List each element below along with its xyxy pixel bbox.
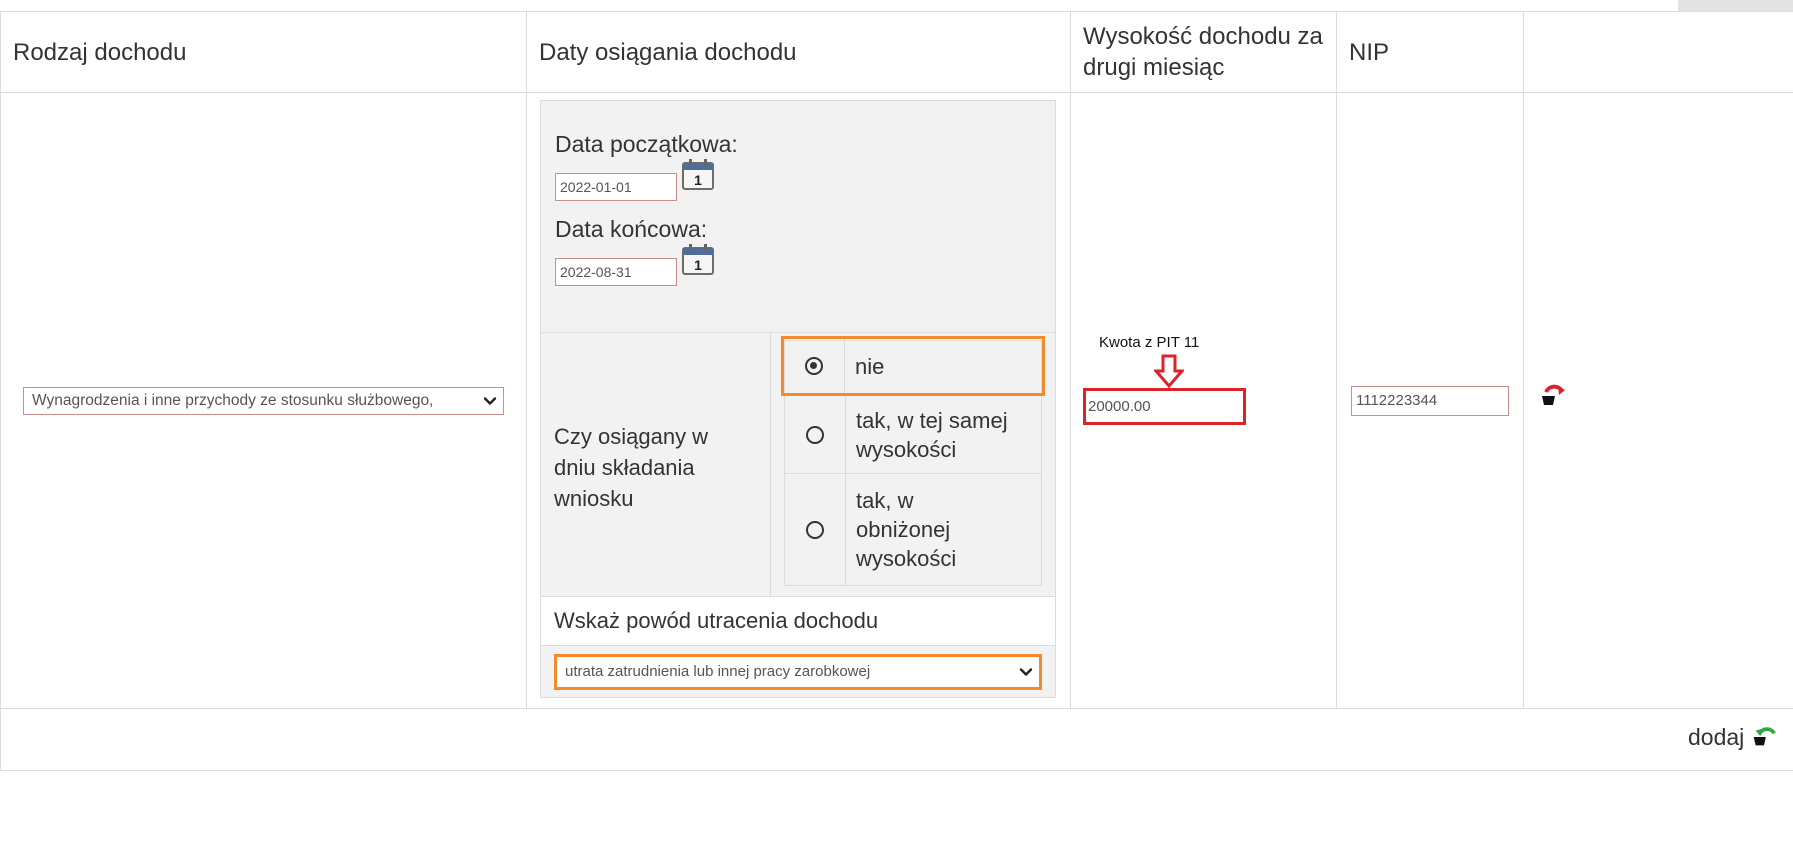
end-date-row: 2022-08-31 1 xyxy=(555,244,1055,289)
income-type-select[interactable]: Wynagrodzenia i inne przychody ze stosun… xyxy=(23,386,504,415)
status-option-label: tak, w xyxy=(856,488,914,513)
header-dates: Daty osiągania dochodu xyxy=(526,11,1071,93)
header-amount-line1: Wysokość dochodu za xyxy=(1083,23,1323,50)
cell-nip: 1112223344 xyxy=(1336,92,1524,709)
status-block: Czy osiągany w dniu składania wniosku ni… xyxy=(541,333,1055,597)
cell-amount: Kwota z PIT 11 20000.00 xyxy=(1070,92,1337,709)
cell-add: dodaj xyxy=(0,708,1793,771)
calendar-icon[interactable]: 1 xyxy=(680,241,716,277)
status-option-label: wysokości xyxy=(856,436,957,462)
start-date-row: 2022-01-01 1 xyxy=(555,159,1055,204)
chevron-down-icon xyxy=(483,396,497,405)
status-option-same[interactable]: tak, w tej samej wysokości xyxy=(785,396,1041,474)
calendar-icon[interactable]: 1 xyxy=(680,156,716,192)
arrow-down-icon xyxy=(1154,354,1184,388)
start-date-input[interactable]: 2022-01-01 xyxy=(555,173,677,201)
status-option-reduced[interactable]: tak, w obniżonej wysokości xyxy=(785,474,1041,585)
chevron-down-icon xyxy=(1019,667,1033,676)
add-row-icon xyxy=(1754,727,1777,746)
amount-input[interactable]: 20000.00 xyxy=(1083,388,1246,425)
header-actions xyxy=(1523,11,1793,93)
amount-annotation-block: Kwota z PIT 11 20000.00 xyxy=(1083,334,1324,425)
status-question-line3: wniosku xyxy=(554,485,634,511)
status-option-label: obniżonej xyxy=(856,517,951,542)
reason-label-row: Wskaż powód utracenia dochodu xyxy=(541,597,1055,646)
header-row: Rodzaj dochodu Daty osiągania dochodu Wy… xyxy=(0,11,1793,93)
add-row: dodaj xyxy=(0,708,1793,771)
cell-income-type: Wynagrodzenia i inne przychody ze stosun… xyxy=(0,92,527,709)
radio-unselected-icon[interactable] xyxy=(806,520,824,539)
status-question-line2: dniu składania xyxy=(554,454,695,480)
status-option-label: nie xyxy=(855,353,885,379)
end-date-label: Data końcowa: xyxy=(555,216,708,242)
start-date-label: Data początkowa: xyxy=(555,131,738,157)
income-row: Wynagrodzenia i inne przychody ze stosun… xyxy=(0,92,1793,709)
add-button[interactable]: dodaj xyxy=(1688,723,1778,751)
calendar-day: 1 xyxy=(694,257,702,273)
status-options: nie tak, w tej samej wysokości tak, w ob… xyxy=(771,333,1055,596)
radio-unselected-icon[interactable] xyxy=(806,425,824,444)
cell-dates: Data początkowa: 2022-01-01 1 Data końco… xyxy=(526,92,1071,709)
income-table: Rodzaj dochodu Daty osiągania dochodu Wy… xyxy=(0,11,1793,771)
header-nip: NIP xyxy=(1336,11,1524,93)
status-option-nie[interactable]: nie xyxy=(781,336,1045,396)
status-question-line1: Czy osiągany w xyxy=(554,423,709,449)
add-label: dodaj xyxy=(1688,723,1745,750)
status-option-label: wysokości xyxy=(856,546,957,571)
date-range-block: Data początkowa: 2022-01-01 1 Data końco… xyxy=(541,101,1055,333)
header-income-type: Rodzaj dochodu xyxy=(0,11,527,93)
status-options-grid: nie tak, w tej samej wysokości tak, w ob… xyxy=(781,336,1045,586)
income-type-select-value: Wynagrodzenia i inne przychody ze stosun… xyxy=(32,391,434,409)
header-amount-line2: drugi miesiąc xyxy=(1083,54,1225,81)
status-question: Czy osiągany w dniu składania wniosku xyxy=(541,333,771,596)
pit-annotation: Kwota z PIT 11 xyxy=(1099,334,1200,351)
end-date-input[interactable]: 2022-08-31 xyxy=(555,258,677,286)
nip-input[interactable]: 1112223344 xyxy=(1351,385,1509,416)
dates-panel: Data początkowa: 2022-01-01 1 Data końco… xyxy=(540,100,1056,698)
reason-label: Wskaż powód utracenia dochodu xyxy=(554,608,879,633)
remove-row-icon[interactable] xyxy=(1538,381,1568,411)
reason-select-value: utrata zatrudnienia lub innej pracy zaro… xyxy=(565,663,871,680)
scroll-corner xyxy=(1678,0,1793,11)
radio-selected-icon[interactable] xyxy=(805,357,823,375)
status-option-label: tak, w tej samej xyxy=(856,407,1008,433)
reason-select[interactable]: utrata zatrudnienia lub innej pracy zaro… xyxy=(554,653,1042,690)
calendar-day: 1 xyxy=(694,172,702,188)
reason-select-row: utrata zatrudnienia lub innej pracy zaro… xyxy=(541,646,1055,697)
cell-actions xyxy=(1523,92,1793,709)
header-amount: Wysokość dochodu za drugi miesiąc xyxy=(1070,11,1337,93)
